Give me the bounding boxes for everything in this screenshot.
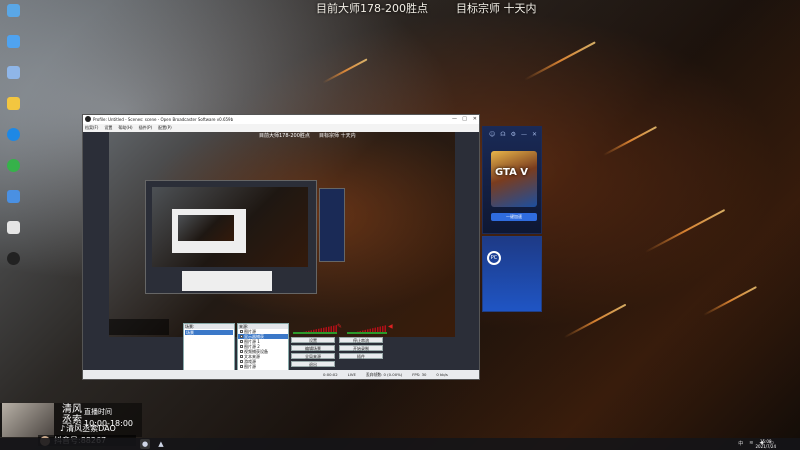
qq-icon[interactable] [2,252,24,282]
scenes-panel: 场景: 场景 [183,323,235,371]
stop-stream-button[interactable]: 停止串流 [339,337,383,343]
launcher-promo[interactable]: PC [482,236,542,312]
support-icon[interactable]: ☊ [500,131,505,138]
streamer-avatar [2,403,54,437]
file-icon[interactable] [2,221,24,251]
meteor-streak [524,41,596,81]
obs-titlebar[interactable]: Profile: Untitled - Scenes: scene - Open… [83,115,479,124]
game-cover-title: GTA V [495,167,529,178]
meteor-streak [603,126,657,156]
scenes-header: 场景: [184,324,234,329]
pc-icon: PC [487,251,501,265]
points-overlay: 目前大师178-200胜点 [316,2,428,15]
nested-inner-preview [178,215,234,241]
status-fps: FPS: 30 [412,372,427,377]
sources-panel: 来源: 图片源 显示器捕获 图片源 1 图片源 2 视频捕获设备 文本来源 游戏… [237,323,289,371]
taskbar: ● ▲ 中 ≋ ◀ ▭ 15:08 2021/7/24 [0,438,800,450]
game-cover[interactable]: GTA V [491,151,537,207]
obs-docks: 场景: 场景 来源: 图片源 显示器捕获 图片源 1 图片源 2 视频捕获设备 … [183,323,479,373]
mic-icon[interactable]: ✎ [337,323,342,330]
launcher-icon[interactable] [2,190,24,220]
checkbox[interactable] [240,360,243,363]
checkbox[interactable] [240,330,243,333]
douyin-icon: ♪ [60,424,66,433]
checkbox[interactable] [240,365,243,368]
accelerate-button[interactable]: 一键加速 [491,213,537,221]
stream-time-label: 直播时间 [84,408,112,416]
goal-overlay: 目标宗师 十天内 [456,2,537,15]
speaker-icon[interactable]: ◀ [388,323,393,330]
checkbox[interactable] [240,350,243,353]
checkbox[interactable] [240,345,243,348]
status-dropped: 丢弃帧数: 0 (0.00%) [365,372,403,377]
global-sources-button[interactable]: 全局来源 [291,353,335,359]
app-s-icon[interactable] [2,128,24,158]
edit-scene-button[interactable]: 编辑场景 [291,345,335,351]
nested-obs-capture [145,180,317,294]
taskbar-clock[interactable]: 15:08 2021/7/24 [755,439,776,449]
recycle-bin-icon[interactable] [2,4,24,34]
settings-button[interactable]: 设置 [291,337,335,343]
nested-docks [182,271,272,291]
desktop-icons [2,4,24,283]
wifi-icon[interactable]: ≋ [749,440,753,447]
close-icon[interactable]: ✕ [473,115,477,124]
maximize-icon[interactable]: □ [462,115,467,124]
obs-statusbar: 0:00:02 LIVE 丢弃帧数: 0 (0.00%) FPS: 30 0 k… [83,370,479,379]
obs-title-text: Profile: Untitled - Scenes: scene - Open… [93,117,234,122]
mic-audio-meter[interactable] [347,325,387,334]
preview-stream-info [109,319,169,335]
folder-icon[interactable] [2,97,24,127]
obs-taskbar-icon[interactable]: ● [140,439,150,449]
menu-plugins[interactable]: 插件(P) [139,124,153,132]
launcher-taskbar-icon[interactable]: ▲ [156,439,166,449]
checkbox[interactable] [240,355,243,358]
meteor-streak [563,303,627,339]
menu-settings[interactable]: 设置 [104,124,112,132]
checkbox[interactable] [240,335,243,338]
checkbox[interactable] [240,340,243,343]
meteor-streak [644,208,726,254]
meteor-streak [703,286,757,316]
status-bitrate: 0 kb/s [436,372,448,377]
nested-launcher [319,188,345,262]
meteor-streak [322,58,368,84]
obs-window: Profile: Untitled - Scenes: scene - Open… [82,114,480,380]
stream-preview[interactable]: 目前大师178-200胜点 目标宗师 十天内 [109,132,455,337]
tray-lang[interactable]: 中 [738,440,743,447]
menu-file[interactable]: 档案(F) [85,124,98,132]
exit-button[interactable]: 退出 [291,361,335,367]
plugins-button[interactable]: 插件 [339,353,383,359]
settings-icon[interactable]: ⚙ [511,131,516,138]
menu-profile[interactable]: 配置(P) [158,124,172,132]
this-pc-icon[interactable] [2,35,24,65]
obs-menubar: 档案(F) 设置 帮助(H) 插件(P) 配置(P) [83,124,479,132]
source-item[interactable]: 图片源 [238,364,288,369]
browser-icon[interactable] [2,159,24,189]
minimize-icon[interactable]: — [521,131,527,138]
menu-help[interactable]: 帮助(H) [118,124,132,132]
status-live: LIVE [347,372,356,377]
douyin-handle: ♪ 清风丞索DAO [60,424,116,433]
close-icon[interactable]: ✕ [532,131,537,138]
obs-logo-icon [85,116,91,122]
launcher-header: ☺ ☊ ⚙ — ✕ [483,127,541,141]
game-launcher-panel: ☺ ☊ ⚙ — ✕ GTA V 一键加速 [482,126,542,234]
scene-item[interactable]: 场景 [185,330,233,335]
preview-points-text: 目前大师178-200胜点 [259,133,310,139]
start-recording-button[interactable]: 开始录制 [339,345,383,351]
minimize-icon[interactable]: — [452,115,457,124]
network-icon[interactable] [2,66,24,96]
desktop-audio-meter[interactable] [293,325,337,334]
status-time: 0:00:02 [323,372,338,377]
user-icon[interactable]: ☺ [489,131,495,138]
preview-goal-text: 目标宗师 十天内 [319,133,356,139]
